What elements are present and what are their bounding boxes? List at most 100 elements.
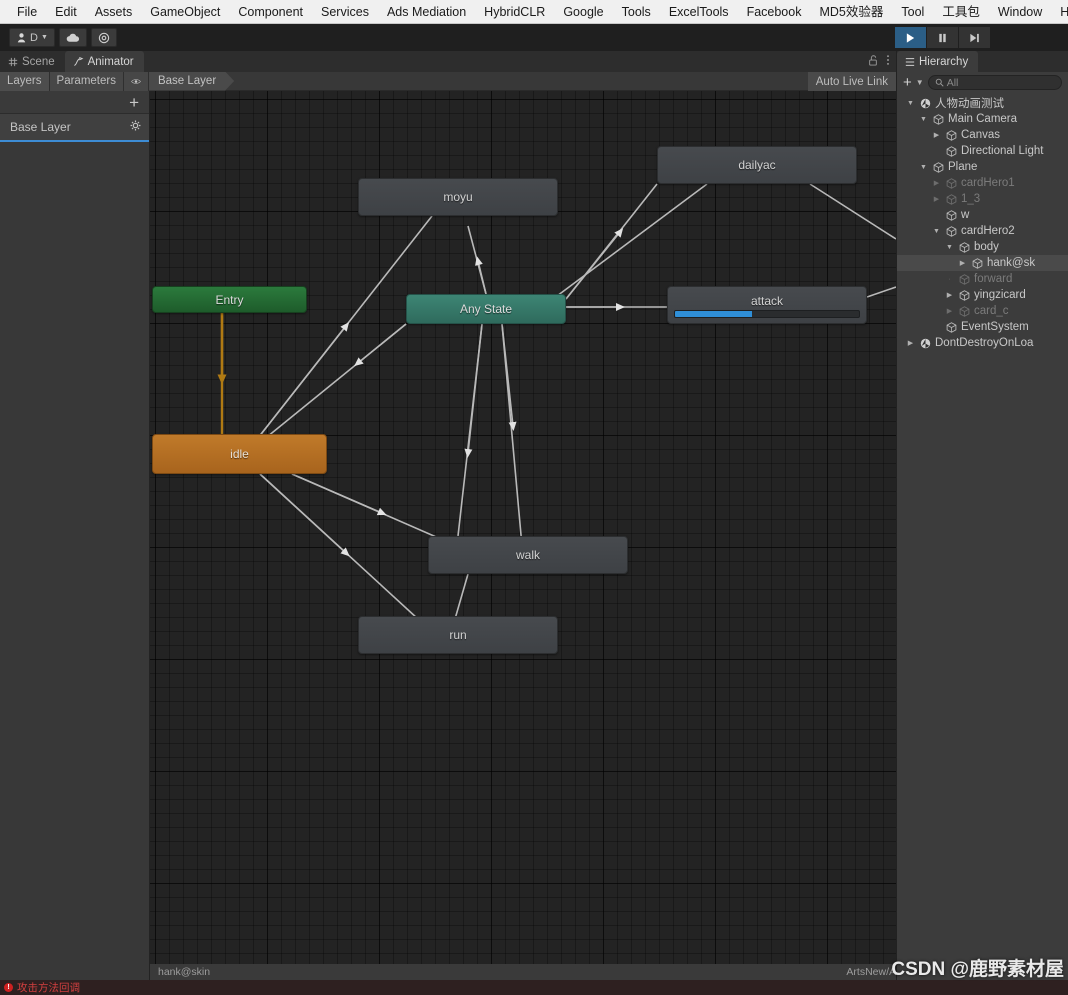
menu-item-help[interactable]: Help	[1051, 1, 1068, 23]
graph-node-entry[interactable]: Entry	[152, 286, 307, 313]
animator-graph-canvas[interactable]: moyu dailyac Entry Any State attack idle	[150, 91, 896, 995]
chevron-down-icon[interactable]: ▼	[918, 164, 929, 171]
cube-icon	[958, 241, 971, 253]
menu-item-gameobject[interactable]: GameObject	[141, 1, 229, 23]
hierarchy-add-button[interactable]: +	[903, 75, 912, 90]
scene-icon	[919, 98, 932, 109]
hierarchy-item-card-c[interactable]: ▶ card_c	[897, 303, 1068, 319]
hierarchy-item-main-camera[interactable]: ▼ Main Camera	[897, 111, 1068, 127]
chevron-right-icon[interactable]: ▶	[905, 339, 916, 347]
menu-item-md5[interactable]: MD5效验器	[810, 1, 892, 23]
hierarchy-item-label: forward	[974, 273, 1013, 285]
node-label: idle	[230, 447, 249, 461]
graph-node-run[interactable]: run	[358, 616, 558, 654]
graph-node-attack[interactable]: attack	[667, 286, 867, 324]
tab-scene[interactable]: Scene	[0, 51, 65, 72]
menu-item-window[interactable]: Window	[989, 1, 1051, 23]
cube-icon	[945, 225, 958, 237]
hierarchy-item-forward[interactable]: · forward	[897, 271, 1068, 287]
menu-item-tools[interactable]: Tools	[613, 1, 660, 23]
unity-editor-window: File Edit Assets GameObject Component Se…	[0, 0, 1068, 995]
hierarchy-item-[interactable]: ▼ 人物动画测试	[897, 95, 1068, 111]
breadcrumb[interactable]: Base Layer	[149, 72, 234, 91]
layer-settings-button[interactable]	[130, 120, 141, 134]
cube-icon	[932, 161, 945, 173]
chevron-down-icon[interactable]: ▼	[905, 100, 916, 107]
hierarchy-item-yingzicard[interactable]: ▶ yingzicard	[897, 287, 1068, 303]
chevron-right-icon[interactable]: ▶	[931, 131, 942, 139]
chevron-right-icon[interactable]: ▶	[931, 179, 942, 187]
hierarchy-item-eventsystem[interactable]: · EventSystem	[897, 319, 1068, 335]
graph-node-dailyac[interactable]: dailyac	[657, 146, 857, 184]
hierarchy-item-body[interactable]: ▼ body	[897, 239, 1068, 255]
menu-item-file[interactable]: File	[8, 1, 46, 23]
chevron-right-icon[interactable]: ▶	[944, 291, 955, 299]
menu-item-assets[interactable]: Assets	[86, 1, 142, 23]
hierarchy-item-hank-sk[interactable]: ▶ hank@sk	[897, 255, 1068, 271]
hierarchy-item-label: Directional Light	[961, 145, 1044, 157]
settings-button[interactable]	[91, 28, 117, 47]
chevron-down-icon[interactable]: ▼	[944, 244, 955, 251]
hierarchy-item-label: Main Camera	[948, 113, 1018, 125]
hierarchy-item-plane[interactable]: ▼ Plane	[897, 159, 1068, 175]
cloud-button[interactable]	[59, 28, 87, 47]
hierarchy-icon	[905, 57, 915, 66]
kebab-menu-icon[interactable]	[886, 54, 890, 66]
menu-item-services[interactable]: Services	[312, 1, 378, 23]
account-button[interactable]: D ▼	[9, 28, 55, 47]
chevron-down-icon[interactable]: ▼	[918, 116, 929, 123]
hierarchy-item-cardhero1[interactable]: ▶ cardHero1	[897, 175, 1068, 191]
menu-item-component[interactable]: Component	[229, 1, 312, 23]
hierarchy-item-canvas[interactable]: ▶ Canvas	[897, 127, 1068, 143]
layer-item-base-layer[interactable]: Base Layer	[0, 114, 149, 142]
auto-live-link-button[interactable]: Auto Live Link	[807, 72, 896, 91]
hierarchy-search-input[interactable]: All	[927, 75, 1062, 90]
status-bar[interactable]: ! 攻击方法回调	[0, 980, 1068, 995]
hierarchy-panel: Hierarchy + ▼ All ▼ 人物动画测试 ▼ Main Camera ▶ Ca…	[896, 51, 1068, 995]
hierarchy-item-label: Canvas	[961, 129, 1000, 141]
lock-open-icon[interactable]	[868, 54, 878, 66]
playmode-controls	[895, 27, 1068, 48]
hierarchy-item-dontdestroyonloa[interactable]: ▶ DontDestroyOnLoa	[897, 335, 1068, 351]
cube-icon	[932, 113, 945, 125]
play-icon	[906, 32, 915, 43]
tab-hierarchy[interactable]: Hierarchy	[897, 51, 979, 72]
menu-item-edit[interactable]: Edit	[46, 1, 86, 23]
add-layer-button[interactable]: +	[0, 91, 149, 114]
hierarchy-item-label: card_c	[974, 305, 1009, 317]
hierarchy-item-directional-light[interactable]: · Directional Light	[897, 143, 1068, 159]
graph-node-any-state[interactable]: Any State	[406, 294, 566, 324]
layers-tab[interactable]: Layers	[0, 71, 50, 91]
hierarchy-tree[interactable]: ▼ 人物动画测试 ▼ Main Camera ▶ Canvas · Directional L…	[897, 93, 1068, 994]
animator-tabstrip: Scene Animator	[0, 51, 896, 72]
cube-icon	[958, 289, 971, 301]
chevron-right-icon[interactable]: ▶	[931, 195, 942, 203]
menu-item-facebook[interactable]: Facebook	[738, 1, 811, 23]
hierarchy-item-label: 1_3	[961, 193, 981, 205]
menu-item-tool[interactable]: Tool	[892, 1, 933, 23]
chevron-down-icon[interactable]: ▼	[916, 78, 924, 87]
step-button[interactable]	[959, 27, 990, 48]
graph-node-moyu[interactable]: moyu	[358, 178, 558, 216]
eye-toggle[interactable]	[123, 71, 149, 91]
play-button[interactable]	[895, 27, 926, 48]
pause-button[interactable]	[927, 27, 958, 48]
hierarchy-item-cardhero2[interactable]: ▼ cardHero2	[897, 223, 1068, 239]
hierarchy-item-label: hank@sk	[987, 257, 1036, 269]
menu-item-hybridclr[interactable]: HybridCLR	[475, 1, 554, 23]
attack-progress-bar	[674, 310, 860, 318]
menu-item-google[interactable]: Google	[554, 1, 612, 23]
chevron-right-icon[interactable]: ▶	[944, 307, 955, 315]
graph-node-walk[interactable]: walk	[428, 536, 628, 574]
parameters-tab[interactable]: Parameters	[49, 71, 124, 91]
menu-item-ads-mediation[interactable]: Ads Mediation	[378, 1, 475, 23]
menu-item-exceltools[interactable]: ExcelTools	[660, 1, 738, 23]
gear-icon	[130, 120, 141, 131]
chevron-right-icon[interactable]: ▶	[957, 259, 968, 267]
tab-animator[interactable]: Animator	[64, 51, 144, 72]
graph-node-idle[interactable]: idle	[152, 434, 327, 474]
hierarchy-item-1-3[interactable]: ▶ 1_3	[897, 191, 1068, 207]
menu-item-toolkit[interactable]: 工具包	[933, 1, 989, 23]
chevron-down-icon[interactable]: ▼	[931, 228, 942, 235]
hierarchy-item-w[interactable]: ·w	[897, 207, 1068, 223]
